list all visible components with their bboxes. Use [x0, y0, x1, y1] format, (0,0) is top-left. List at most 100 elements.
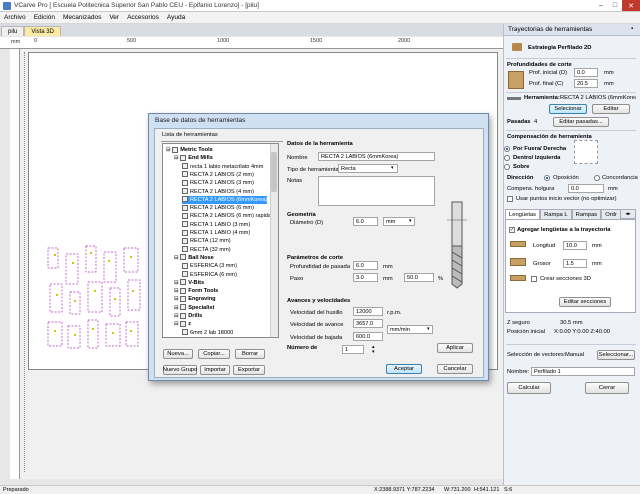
menu-accesorios[interactable]: Accesorios [123, 14, 163, 21]
tree-tool-item[interactable]: ESFERICA (6 mm) [182, 271, 237, 279]
menu-ver[interactable]: Ver [105, 14, 123, 21]
tab-pilu[interactable]: pilu [1, 26, 25, 36]
tree-tool-item[interactable]: RECTA 2 LABIOS (6 mm) rapida [182, 212, 271, 220]
delete-tool-button[interactable]: Borrar [235, 349, 265, 359]
tool-tree[interactable]: ⊟ Metric Tools ⊟ End Mills recta 1 labio m… [162, 143, 279, 338]
chevron-down-icon[interactable]: ▾ [391, 165, 394, 171]
tree-tool-item[interactable]: RECTA 2 LABIOS (4 mm) [182, 188, 254, 196]
start-depth-input[interactable]: 0.0 [574, 68, 598, 77]
depth-icon [508, 71, 524, 89]
name-label: Nombre: [507, 369, 530, 375]
ok-button[interactable]: Aceptar [386, 364, 422, 374]
radio-on[interactable] [504, 164, 510, 170]
tree-scrollbar-thumb[interactable] [271, 152, 277, 192]
tab-length-input[interactable]: 10.0 [563, 241, 587, 250]
feed-input[interactable]: 3657.0 [353, 319, 383, 328]
tab-lenguetas[interactable]: Lengüetas [505, 209, 541, 219]
tool-number-input[interactable]: 1 [342, 345, 364, 354]
pass-depth-input[interactable]: 6.0 [353, 261, 378, 270]
tree-group[interactable]: ⊟ Specialist [174, 304, 214, 312]
pin-icon[interactable]: ▪ [631, 26, 633, 32]
option-outside[interactable]: Por Fuera/ Derecha [513, 146, 566, 152]
tree-tool-item[interactable]: 6mm 2 lab 18000 [182, 329, 233, 337]
tree-tool-item[interactable]: RECTA 2 LABIOS (6 mm) [182, 204, 254, 212]
stepover-percent-input[interactable]: 50.0 [404, 273, 434, 282]
chevron-down-icon[interactable]: ▾ [409, 218, 412, 224]
tree-tool-item[interactable]: RECTA (12 mm) [182, 237, 231, 245]
calculate-button[interactable]: Calcular [507, 382, 551, 394]
edit-passes-button[interactable]: Editar pasadas... [553, 117, 609, 127]
stepover-input[interactable]: 3.0 [353, 273, 378, 282]
tree-group[interactable]: ⊟ Ball Nose [174, 254, 214, 262]
menu-ayuda[interactable]: Ayuda [163, 14, 189, 21]
vertical-ruler: mm [10, 39, 20, 479]
option-climb[interactable]: Concordancia [602, 175, 638, 181]
option-conventional[interactable]: Oposición [553, 175, 579, 181]
tree-group[interactable]: ⊟ Form Tools [174, 287, 218, 295]
tree-tool-item[interactable]: RECTA 2 LABIOS (3 mm) [182, 179, 254, 187]
apply-button[interactable]: Aplicar [437, 343, 473, 353]
tool-name-input[interactable]: RECTA 2 LABIOS (6mmKorea) [318, 152, 435, 161]
tab-vista-3d[interactable]: Vista 3D [24, 26, 61, 36]
start-points-checkbox[interactable] [507, 196, 513, 202]
tab-orden[interactable]: Ordr [601, 209, 621, 219]
option-on[interactable]: Sobre [513, 164, 529, 170]
create-3d-checkbox[interactable] [531, 276, 537, 282]
tab-rampas[interactable]: Rampas [571, 209, 602, 219]
tool-type-select[interactable]: Recta [338, 164, 398, 173]
notes-textarea[interactable] [318, 176, 435, 206]
export-button[interactable]: Exportar [233, 365, 265, 375]
cancel-button[interactable]: Cancelar [437, 364, 473, 374]
minimize-button[interactable]: – [594, 0, 608, 11]
select-vectors-button[interactable]: Seleccionar... [597, 350, 635, 360]
chevron-down-icon[interactable]: ▾ [427, 326, 430, 332]
plunge-input[interactable]: 600.0 [353, 332, 383, 341]
folder-icon [172, 146, 179, 153]
import-button[interactable]: Importar [200, 365, 230, 375]
end-mill-icon [182, 262, 188, 269]
tree-group[interactable]: ⊟ Metric Tools [166, 146, 213, 154]
tree-tool-item[interactable]: RECTA 2 LABIOS (2 mm) [182, 171, 254, 179]
radio-conventional[interactable] [544, 175, 550, 181]
menu-mecanizados[interactable]: Mecanizados [59, 14, 105, 21]
menu-edicion[interactable]: Edición [30, 14, 59, 21]
tree-tool-item[interactable]: RECTA (32 mm) [182, 246, 231, 254]
tree-group[interactable]: ⊟ z [174, 320, 191, 328]
tab-rampa-l[interactable]: Rampa L [540, 209, 572, 219]
new-tool-button[interactable]: Nueva... [163, 349, 193, 359]
spindle-input[interactable]: 12000 [353, 307, 383, 316]
copy-tool-button[interactable]: Copiar... [198, 349, 230, 359]
tree-group[interactable]: ⊟ V-Bits [174, 279, 204, 287]
option-inside[interactable]: Dentro/ Izquierda [513, 155, 560, 161]
spinner-arrows-icon[interactable]: ▴ ▾ [372, 345, 375, 355]
folder-icon [180, 320, 187, 327]
tree-tool-item[interactable]: RECTA 2 LABIOS (6mmKorea) [182, 195, 268, 204]
tree-group[interactable]: ⊟ Drills [174, 312, 202, 320]
close-panel-button[interactable]: Cerrar [585, 382, 629, 394]
tree-tool-item[interactable]: RECTA 1 LABIO (4 mm) [182, 229, 250, 237]
tree-tool-item[interactable]: recta 1 labio metacrilato 4mm [182, 163, 263, 171]
edit-tabs-button[interactable]: Editar secciones [559, 297, 611, 307]
radio-outside[interactable] [504, 146, 510, 152]
vector-drawing[interactable] [46, 244, 146, 352]
tree-group[interactable]: ⊟ End Mills [174, 154, 213, 162]
end-depth-unit: mm [604, 81, 614, 87]
toolpath-name-input[interactable]: Perfilado 1 [531, 367, 635, 376]
tree-group[interactable]: ⊟ Engraving [174, 295, 216, 303]
allowance-input[interactable]: 0.0 [568, 184, 604, 193]
radio-inside[interactable] [504, 155, 510, 161]
add-tabs-checkbox[interactable]: ✓ [509, 227, 515, 233]
close-window-button[interactable]: ✕ [622, 0, 640, 11]
edit-tool-button[interactable]: Editar [592, 104, 630, 114]
tree-tool-item[interactable]: RECTA 1 LABIO (3 mm) [182, 221, 250, 229]
radio-climb[interactable] [594, 175, 600, 181]
end-depth-input[interactable]: 20.5 [574, 79, 598, 88]
tab-thickness-input[interactable]: 1.5 [563, 259, 587, 268]
tree-tool-item[interactable]: ESFERICA (3 mm) [182, 262, 237, 270]
new-group-button[interactable]: Nuevo Grupo [163, 365, 197, 375]
menu-archivo[interactable]: Archivo [0, 14, 30, 21]
maximize-button[interactable]: □ [608, 0, 622, 11]
select-tool-button[interactable]: Selecionar [549, 104, 587, 114]
tab-scroll-arrows[interactable]: ◂▸ [620, 209, 636, 219]
diameter-input[interactable]: 6.0 [353, 217, 378, 226]
